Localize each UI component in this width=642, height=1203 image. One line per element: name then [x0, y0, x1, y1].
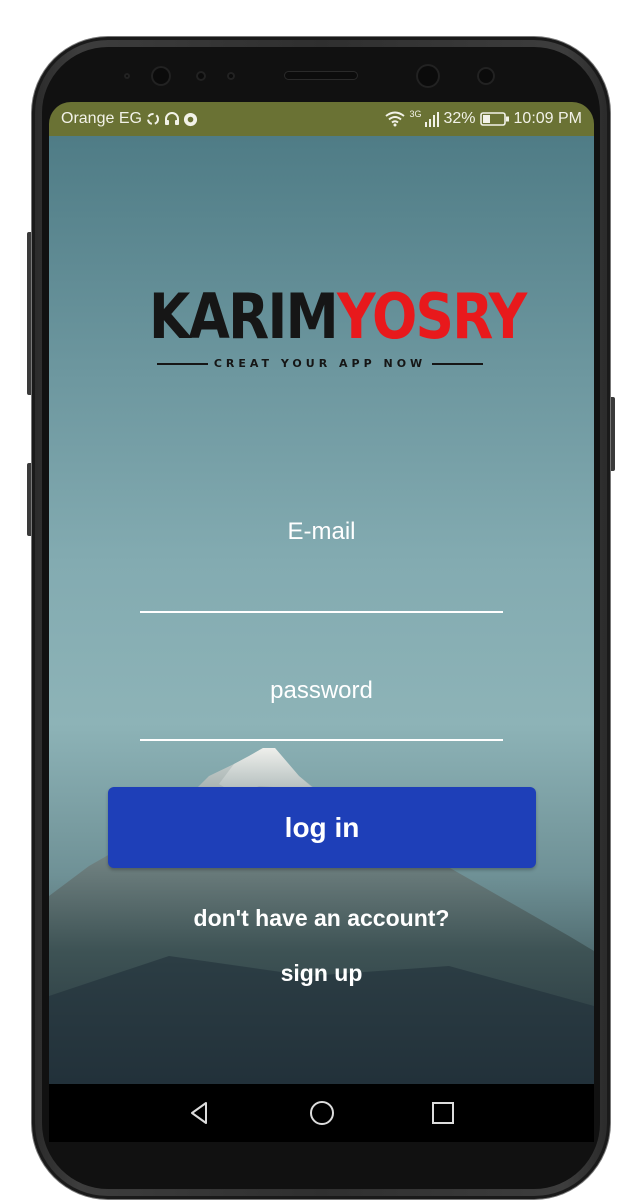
mountain-illustration: [49, 748, 594, 1084]
clock: 10:09 PM: [513, 110, 582, 127]
password-field[interactable]: password: [49, 677, 594, 705]
carrier-name: Orange EG: [61, 110, 142, 127]
sensor-dot: [124, 73, 130, 79]
front-camera-icon: [151, 66, 171, 86]
no-account-text: don't have an account?: [193, 905, 450, 931]
battery-icon: [479, 112, 509, 126]
background-image: [49, 136, 594, 1084]
front-camera-icon: [416, 64, 440, 88]
back-icon[interactable]: [185, 1098, 215, 1128]
logo-wordmark: KARIMYOSRY: [149, 280, 527, 353]
recents-icon[interactable]: [428, 1098, 458, 1128]
chrome-icon: [183, 112, 197, 126]
signal-icon: [425, 111, 440, 127]
logo-last-name: YOSRY: [336, 280, 527, 353]
battery-percent: 32%: [443, 110, 476, 127]
earpiece-speaker: [284, 71, 358, 80]
logo-divider: [157, 362, 208, 365]
signup-link[interactable]: sign up: [49, 960, 594, 987]
password-underline: [140, 739, 503, 741]
status-left: Orange EG: [61, 110, 198, 128]
logo-first-name: KARIM: [149, 280, 339, 353]
wifi-icon: [385, 111, 406, 127]
sensor-dot: [196, 71, 206, 81]
email-field[interactable]: E-mail: [49, 518, 594, 546]
logo-divider: [432, 362, 483, 365]
home-icon[interactable]: [307, 1098, 337, 1128]
sync-icon: [146, 113, 159, 125]
login-button[interactable]: log in: [108, 787, 536, 868]
logo-tagline: CREAT YOUR APP NOW: [157, 357, 483, 370]
status-right: 3G 32% 10:09 PM: [385, 109, 582, 128]
logo-tagline-text: CREAT YOUR APP NOW: [213, 357, 427, 370]
headset-icon: [164, 112, 179, 125]
sensor-dot: [227, 72, 235, 80]
navigation-bar: [49, 1084, 594, 1142]
email-underline: [140, 611, 503, 613]
app-logo: KARIMYOSRY CREAT YOUR APP NOW: [149, 280, 527, 370]
phone-screen: Orange EG 3G 32% 10:09 PM KARIMYOSRY CRE…: [49, 102, 594, 1142]
sensor-dot: [477, 67, 495, 85]
network-type: 3G: [409, 109, 422, 119]
status-bar: Orange EG 3G 32% 10:09 PM: [49, 102, 594, 136]
